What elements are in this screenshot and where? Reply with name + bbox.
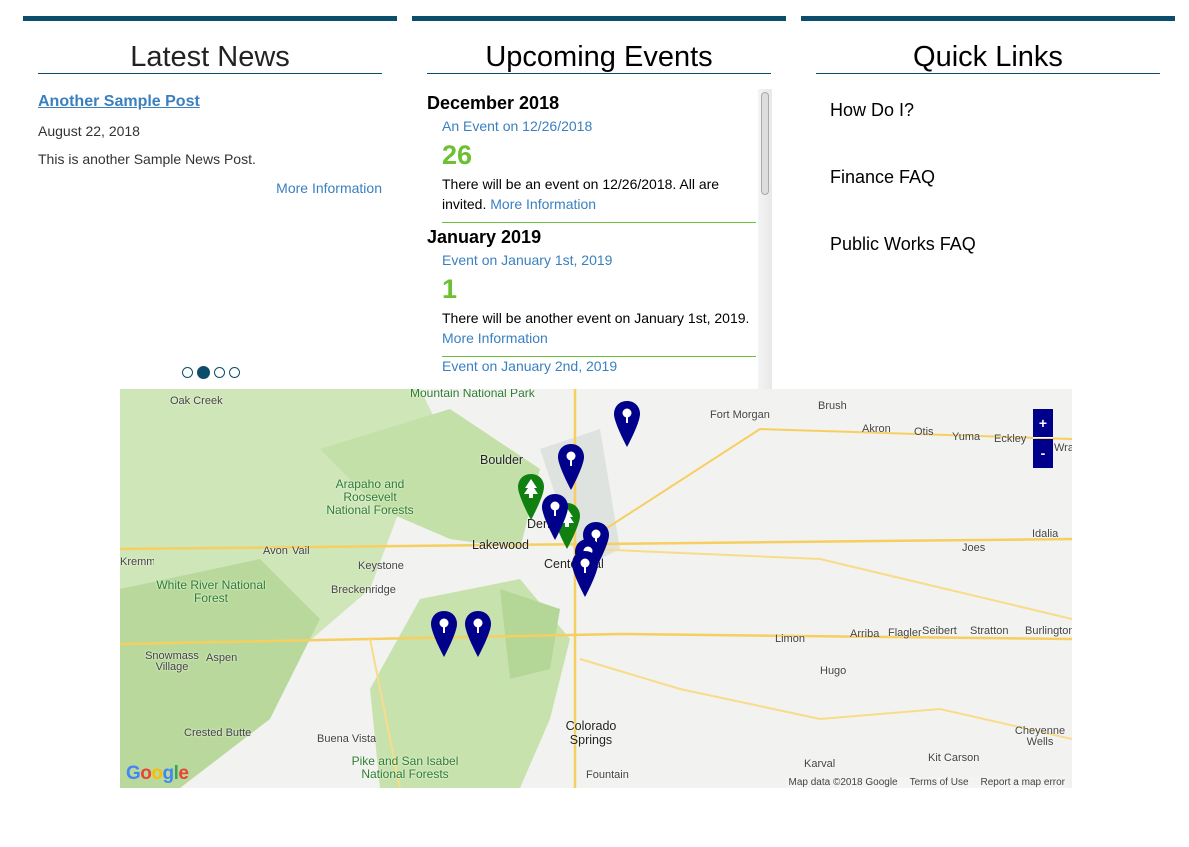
quick-links-heading: Quick Links	[816, 21, 1160, 74]
map-label: Fort Morgan	[710, 409, 770, 421]
map-label: Hugo	[820, 665, 847, 677]
event-map-pin[interactable]	[465, 611, 491, 657]
event-item: Event on January 1st, 2019 1 There will …	[442, 252, 756, 357]
map-label: Arapaho and Roosevelt National Forests	[326, 477, 414, 517]
event-more-information-link[interactable]: More Information	[442, 330, 548, 346]
map-label: Lakewood	[472, 538, 529, 552]
carousel-dot-4[interactable]	[229, 367, 240, 378]
event-text: There will be another event on January 1…	[442, 310, 750, 326]
map-label: Crested Butte	[184, 727, 252, 739]
map-label: Wray	[1054, 442, 1072, 454]
map-label: Otis	[914, 426, 934, 438]
map-label: Avon	[263, 545, 288, 557]
event-title-link[interactable]: Event on January 1st, 2019	[442, 252, 756, 268]
map-label: Seibert	[922, 625, 957, 637]
quick-link-how-do-i[interactable]: How Do I?	[830, 100, 1175, 121]
event-day: 26	[442, 140, 473, 170]
map-label: Cheyenne Wells	[1014, 725, 1066, 748]
event-day: 1	[442, 274, 458, 304]
map-label: Flagler	[888, 627, 922, 639]
map-label: White River National Forest	[156, 578, 266, 605]
news-more-information-link[interactable]: More Information	[38, 180, 382, 196]
map-label: Eckley	[994, 433, 1027, 445]
map[interactable]: Oak Creek Mountain National Park Fort Mo…	[120, 389, 1072, 788]
quick-link-finance-faq[interactable]: Finance FAQ	[830, 167, 1175, 188]
event-item: An Event on 12/26/2018 26 There will be …	[442, 118, 756, 223]
upcoming-events-section: Upcoming Events December 2018 An Event o…	[412, 16, 786, 389]
carousel-dot-2[interactable]	[197, 366, 210, 379]
event-map-pin[interactable]	[614, 401, 640, 447]
zoom-out-button[interactable]: -	[1033, 439, 1053, 468]
event-item: Event on January 2nd, 2019	[442, 358, 756, 382]
upcoming-events-heading: Upcoming Events	[427, 21, 771, 74]
latest-news-heading: Latest News	[38, 21, 382, 74]
month-heading: December 2018	[427, 93, 560, 113]
carousel-dot-1[interactable]	[182, 367, 193, 378]
map-label: Vail	[292, 545, 310, 557]
park-map-pin[interactable]	[518, 474, 544, 520]
carousel-dot-3[interactable]	[214, 367, 225, 378]
event-description: There will be another event on January 1…	[442, 308, 756, 348]
map-data-credit: Map data ©2018 Google	[788, 777, 898, 788]
map-label: Kremmling	[120, 556, 154, 568]
map-label: Karval	[804, 758, 836, 770]
news-carousel-dots	[182, 366, 240, 379]
map-label: Breckenridge	[331, 584, 396, 596]
map-label: Idalia	[1032, 528, 1059, 540]
event-description: There will be an event on 12/26/2018. Al…	[442, 174, 756, 214]
events-scrollbar[interactable]	[758, 89, 772, 389]
event-map-pin[interactable]	[431, 611, 457, 657]
events-list[interactable]: December 2018 An Event on 12/26/2018 26 …	[427, 89, 772, 389]
news-post-text: This is another Sample News Post.	[38, 151, 256, 167]
terms-of-use-link[interactable]: Terms of Use	[910, 777, 969, 788]
map-label: Stratton	[970, 625, 1009, 637]
google-logo: Google	[126, 763, 189, 784]
map-label: Aspen	[206, 652, 238, 664]
zoom-in-button[interactable]: +	[1033, 409, 1053, 438]
event-map-pin[interactable]	[572, 551, 598, 597]
scrollbar-thumb[interactable]	[761, 92, 769, 195]
map-label: Oak Creek	[170, 395, 223, 407]
report-map-error-link[interactable]: Report a map error	[981, 777, 1065, 788]
map-label: Buena Vista	[317, 733, 377, 745]
month-heading: January 2019	[427, 227, 542, 247]
event-map-pin[interactable]	[542, 494, 568, 540]
map-label: Kit Carson	[928, 752, 980, 764]
latest-news-section: Latest News Another Sample Post August 2…	[23, 16, 397, 196]
map-label: Yuma	[952, 431, 981, 443]
map-label: Limon	[775, 633, 805, 645]
event-more-information-link[interactable]: More Information	[490, 196, 596, 212]
map-label: Burlington	[1025, 625, 1072, 637]
event-title-link[interactable]: Event on January 2nd, 2019	[442, 358, 756, 374]
map-label: Pike and San Isabel National Forests	[351, 754, 459, 781]
map-label: Colorado Springs	[565, 719, 617, 747]
map-label: Keystone	[358, 560, 404, 572]
map-label: Arriba	[850, 628, 880, 640]
map-label: Fountain	[586, 769, 629, 781]
event-map-pin[interactable]	[558, 444, 584, 490]
map-label: Akron	[862, 423, 891, 435]
map-label: Mountain National Park	[410, 389, 535, 400]
map-label: Boulder	[480, 453, 524, 467]
news-post-title-link[interactable]: Another Sample Post	[38, 93, 382, 111]
news-post-date: August 22, 2018	[38, 123, 140, 139]
event-title-link[interactable]: An Event on 12/26/2018	[442, 118, 756, 134]
map-label: Snowmass Village	[145, 650, 199, 673]
map-label: Joes	[962, 542, 986, 554]
quick-link-public-works-faq[interactable]: Public Works FAQ	[830, 234, 1175, 255]
map-attribution: Map data ©2018 Google Terms of Use Repor…	[786, 777, 1067, 788]
map-label: Brush	[818, 400, 847, 412]
quick-links-section: Quick Links How Do I? Finance FAQ Public…	[801, 16, 1175, 301]
